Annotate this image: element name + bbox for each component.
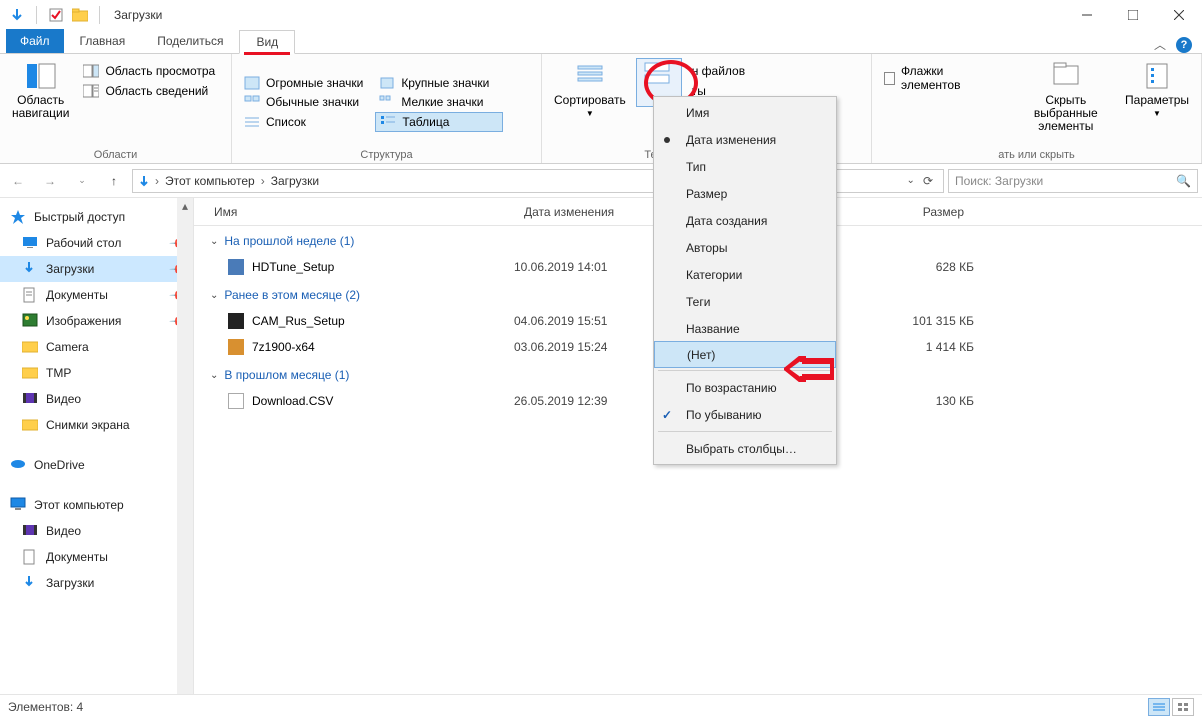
sidebar-downloads2[interactable]: Загрузки: [0, 570, 193, 596]
tab-file[interactable]: Файл: [6, 29, 64, 53]
window-title: Загрузки: [114, 8, 162, 22]
sidebar-quick-access[interactable]: Быстрый доступ: [0, 204, 193, 230]
dropdown-item-categories[interactable]: Категории: [654, 261, 836, 288]
layout-large-icons[interactable]: Крупные значки: [375, 74, 502, 92]
layout-huge-icons[interactable]: Огромные значки: [240, 74, 367, 92]
down-arrow-icon[interactable]: [137, 174, 151, 188]
sidebar-desktop[interactable]: Рабочий стол📌: [0, 230, 193, 256]
navigation-sidebar: Быстрый доступ Рабочий стол📌 Загрузки📌 Д…: [0, 198, 194, 694]
installer-icon: [228, 259, 244, 275]
view-large-icons-button[interactable]: [1172, 698, 1194, 716]
search-input[interactable]: Поиск: Загрузки 🔍: [948, 169, 1198, 193]
dropdown-item-name[interactable]: Имя: [654, 99, 836, 126]
column-name[interactable]: Имя: [194, 205, 514, 219]
sidebar-pictures[interactable]: Изображения📌: [0, 308, 193, 334]
tab-share[interactable]: Поделиться: [141, 29, 239, 53]
dropdown-item-tags[interactable]: Теги: [654, 288, 836, 315]
archive-icon: [228, 339, 244, 355]
sidebar-documents2[interactable]: Документы: [0, 544, 193, 570]
group-by-dropdown: Имя Дата изменения Тип Размер Дата созда…: [653, 96, 837, 465]
ribbon: Область навигации Область просмотра Обла…: [0, 54, 1202, 164]
down-arrow-icon[interactable]: [8, 6, 26, 24]
sidebar-onedrive[interactable]: OneDrive: [0, 452, 193, 478]
sidebar-downloads[interactable]: Загрузки📌: [0, 256, 193, 282]
sort-button[interactable]: Сортировать ▼: [550, 58, 630, 120]
back-button[interactable]: ←: [4, 167, 32, 195]
layout-small-icons[interactable]: Мелкие значки: [375, 93, 502, 111]
up-button[interactable]: ↑: [100, 167, 128, 195]
layout-medium-icons[interactable]: Обычные значки: [240, 93, 367, 111]
file-icon: [228, 393, 244, 409]
layout-list[interactable]: Список: [240, 112, 367, 132]
navigation-pane-button[interactable]: Область навигации: [8, 58, 73, 122]
help-icon[interactable]: ?: [1176, 37, 1192, 53]
sidebar-documents[interactable]: Документы📌: [0, 282, 193, 308]
details-pane-button[interactable]: Область сведений: [79, 82, 219, 100]
installer-icon: [228, 313, 244, 329]
sidebar-camera[interactable]: Camera: [0, 334, 193, 360]
view-details-button[interactable]: [1148, 698, 1170, 716]
sidebar-video[interactable]: Видео: [0, 386, 193, 412]
properties-icon[interactable]: [47, 6, 65, 24]
maximize-button[interactable]: [1110, 0, 1156, 30]
dropdown-item-descending[interactable]: ✓По убыванию: [654, 401, 836, 428]
item-checkboxes-toggle[interactable]: Флажки элементов: [880, 62, 991, 94]
minimize-button[interactable]: [1064, 0, 1110, 30]
close-button[interactable]: [1156, 0, 1202, 30]
ribbon-tabs: Файл Главная Поделиться Вид ︿ ?: [0, 30, 1202, 54]
tab-view[interactable]: Вид: [239, 30, 295, 54]
dropdown-item-type[interactable]: Тип: [654, 153, 836, 180]
dropdown-item-date-modified[interactable]: Дата изменения: [654, 126, 836, 153]
search-icon[interactable]: 🔍: [1176, 174, 1191, 188]
title-bar: Загрузки: [0, 0, 1202, 30]
dropdown-item-authors[interactable]: Авторы: [654, 234, 836, 261]
folder-icon[interactable]: [71, 6, 89, 24]
dropdown-item-size[interactable]: Размер: [654, 180, 836, 207]
sidebar-this-pc[interactable]: Этот компьютер: [0, 492, 193, 518]
dropdown-history-icon[interactable]: ⌄: [907, 175, 915, 186]
dropdown-item-date-created[interactable]: Дата создания: [654, 207, 836, 234]
recent-locations-button[interactable]: ⌄: [68, 167, 96, 195]
sidebar-video2[interactable]: Видео: [0, 518, 193, 544]
dropdown-item-title[interactable]: Название: [654, 315, 836, 342]
sidebar-screenshots[interactable]: Снимки экрана: [0, 412, 193, 438]
dropdown-item-choose-columns[interactable]: Выбрать столбцы…: [654, 435, 836, 462]
forward-button[interactable]: →: [36, 167, 64, 195]
column-size[interactable]: Размер: [854, 205, 974, 219]
status-bar: Элементов: 4: [0, 694, 1202, 718]
preview-pane-button[interactable]: Область просмотра: [79, 62, 219, 80]
layout-details[interactable]: Таблица: [375, 112, 502, 132]
sidebar-scrollbar[interactable]: ▴: [177, 198, 193, 694]
address-bar-row: ← → ⌄ ↑ › Этот компьютер › Загрузки ⌄ ⟳ …: [0, 164, 1202, 198]
collapse-ribbon-icon[interactable]: ︿: [1154, 36, 1166, 53]
status-item-count: Элементов: 4: [8, 700, 83, 714]
add-columns-button[interactable]: н файлов: [688, 62, 778, 80]
options-button[interactable]: Параметры ▼: [1121, 58, 1193, 120]
annotation-arrow: [784, 356, 834, 382]
tab-home[interactable]: Главная: [64, 29, 142, 53]
sidebar-tmp[interactable]: TMP: [0, 360, 193, 386]
hide-selected-button[interactable]: Скрыть выбранные элементы: [1017, 58, 1115, 135]
refresh-icon[interactable]: ⟳: [923, 174, 933, 188]
